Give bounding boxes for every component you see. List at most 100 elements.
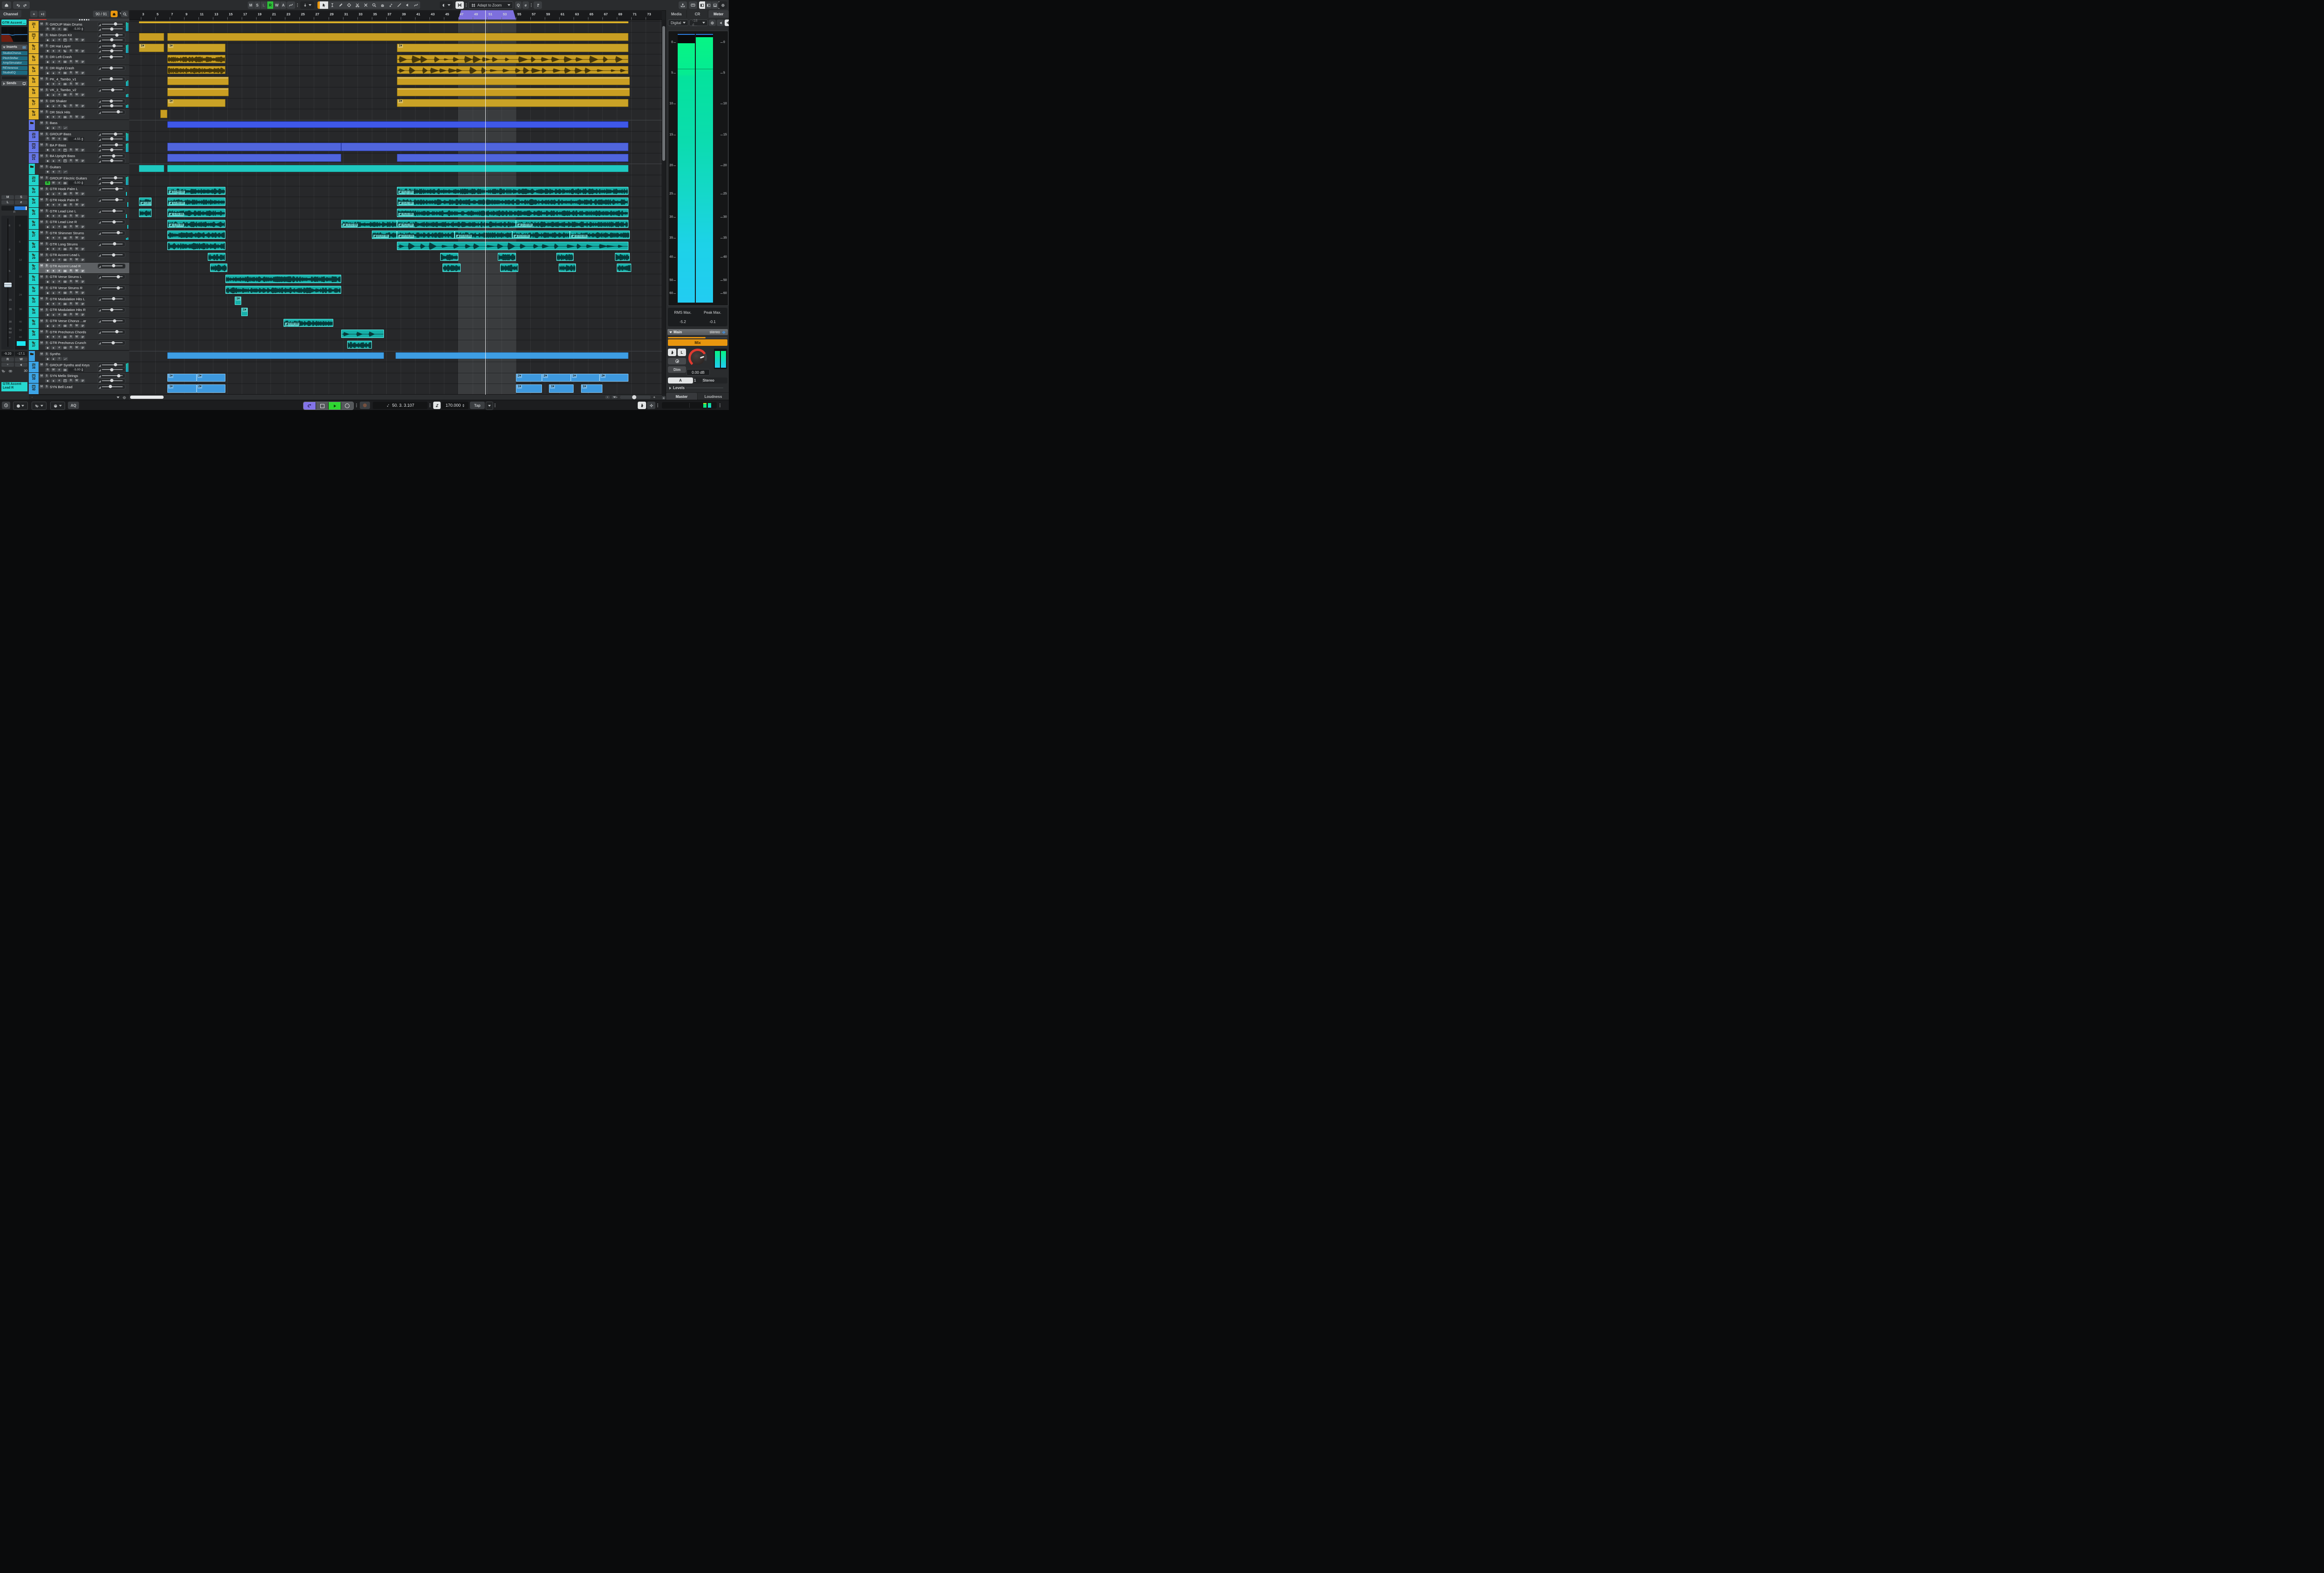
audio-event[interactable] (397, 154, 628, 162)
solo-button[interactable]: S (45, 99, 49, 103)
monitor-button[interactable] (51, 258, 56, 262)
monitor-button[interactable] (51, 214, 56, 218)
mute-button[interactable]: M (40, 308, 44, 312)
solo-button[interactable]: S (45, 22, 49, 26)
monitor-button[interactable] (51, 313, 56, 317)
audio-event[interactable]: ◢ -0.37 dB (397, 187, 628, 195)
record-button[interactable] (45, 324, 50, 328)
midi-part[interactable]: 1▾ (167, 44, 225, 52)
edit-button[interactable]: e (57, 60, 62, 64)
write-button[interactable]: W (74, 313, 79, 317)
audio-event[interactable] (442, 264, 461, 272)
read-button[interactable]: R (68, 214, 73, 218)
tempo-spinner[interactable] (462, 404, 464, 407)
audio-event[interactable] (440, 253, 458, 261)
audio-event[interactable] (341, 330, 384, 338)
pan-slider[interactable] (98, 104, 125, 109)
lanes-button[interactable] (80, 313, 85, 317)
record-button[interactable] (45, 203, 50, 207)
monitor-button[interactable] (51, 60, 56, 64)
track-name[interactable]: GTR Verse Chorus ...ar (50, 319, 97, 323)
lanes-button[interactable] (80, 93, 85, 97)
write-button[interactable]: W (74, 324, 79, 328)
lanes-button[interactable] (80, 247, 85, 251)
audio-event[interactable]: ◢ -0.37 dB (397, 198, 628, 206)
track-row[interactable]: 35M S GTR Verse Chorus ...ar e R W (29, 318, 129, 329)
midi-part[interactable]: 1▾ (241, 308, 248, 316)
track-name[interactable]: BA Upright Bass (50, 154, 97, 158)
track-name[interactable]: GTR Prechorus Crunch (50, 341, 97, 345)
insert-slot-empty[interactable] (1, 76, 27, 80)
edit-button[interactable]: e (57, 104, 62, 108)
volume-slider[interactable] (98, 33, 125, 38)
lanes-button[interactable] (80, 335, 85, 339)
monitor-a-button[interactable]: A (668, 377, 693, 383)
volume-slider[interactable] (98, 340, 125, 345)
lanes-button[interactable] (80, 192, 85, 196)
volume-slider[interactable] (98, 242, 125, 247)
audio-event[interactable]: ◢ 10.53 dB (512, 231, 570, 239)
auto-quantize-button[interactable]: AQ (68, 402, 79, 409)
routing-value[interactable]: 30 (24, 370, 27, 373)
fader-handle[interactable] (4, 283, 12, 287)
track-row[interactable]: 2M S Main Drum Kit e R W (29, 32, 129, 43)
lanes-button[interactable] (80, 38, 85, 42)
record-button[interactable] (45, 247, 50, 251)
write-button[interactable]: W (74, 104, 79, 108)
write-button[interactable]: W (74, 379, 79, 383)
setup-toolbar-button[interactable] (719, 1, 727, 9)
write-button[interactable]: W (74, 291, 79, 295)
track-name[interactable]: DR Stick Hits (50, 110, 97, 114)
volume-slider[interactable] (98, 264, 125, 269)
control-room-level-value[interactable]: 0.00 dB (687, 369, 710, 376)
control-room-main-header[interactable]: Main stereo (667, 329, 728, 335)
lanes-button[interactable] (80, 214, 85, 218)
folder-part[interactable] (167, 121, 628, 128)
snap-button[interactable] (456, 1, 464, 9)
audio-event[interactable]: ◢ -1.01 dB (167, 209, 225, 217)
track-name[interactable]: GTR Hook Palm L (50, 187, 97, 191)
lanes-button[interactable] (80, 236, 85, 240)
pan-slider[interactable] (98, 137, 125, 142)
record-button[interactable] (45, 357, 50, 361)
play-button[interactable] (329, 402, 341, 410)
pan-slider[interactable] (98, 378, 125, 383)
write-button[interactable]: W (74, 335, 79, 339)
lanes-button[interactable] (80, 280, 85, 284)
vscroll-thumb[interactable] (662, 26, 665, 161)
listen-enable-button[interactable]: L (678, 349, 686, 356)
mute-button[interactable]: M (40, 121, 44, 125)
playhead[interactable] (485, 10, 486, 395)
volume-slider[interactable] (98, 22, 125, 27)
mute-button[interactable]: M (40, 385, 44, 389)
meter-settings-button[interactable] (709, 20, 716, 26)
track-name[interactable]: GROUP Main Drums (50, 22, 97, 26)
midi-part[interactable]: 1▾ (397, 99, 628, 107)
tool-scissors[interactable] (353, 1, 362, 9)
channel-type-button[interactable] (63, 236, 68, 240)
volume-slider[interactable] (98, 209, 125, 214)
tempo-display[interactable]: 170.000 (442, 402, 469, 409)
audio-record-dropdown[interactable] (32, 402, 46, 410)
audio-event[interactable] (167, 77, 229, 85)
pan-control[interactable] (1, 206, 27, 211)
undo-redo-buttons[interactable] (13, 1, 30, 9)
edit-button[interactable]: e (57, 49, 62, 53)
gear-icon[interactable] (122, 396, 126, 400)
sends-header[interactable]: Sends (1, 81, 27, 86)
bottom-tab-loudness[interactable]: Loudness (698, 393, 729, 400)
channel-type-button[interactable] (63, 335, 68, 339)
record-button[interactable] (45, 313, 50, 317)
track-row[interactable]: 12M S DR Hat Layer e R W (29, 43, 129, 54)
metronome-click-button[interactable] (668, 349, 676, 356)
write-button[interactable]: W (51, 27, 56, 31)
track-name[interactable]: DR Right Crash (50, 66, 97, 70)
lanes-button[interactable] (80, 203, 85, 207)
volume-slider[interactable] (98, 66, 125, 71)
channel-mute-button[interactable]: M (1, 195, 14, 199)
track-name[interactable]: GTR Verse Strums L (50, 275, 97, 279)
tool-comp[interactable] (387, 1, 395, 9)
solo-button[interactable]: S (45, 143, 49, 147)
track-row[interactable]: 34M S GTR Modulation Hits R e R W (29, 307, 129, 318)
asm-w-button[interactable]: W (274, 1, 280, 9)
